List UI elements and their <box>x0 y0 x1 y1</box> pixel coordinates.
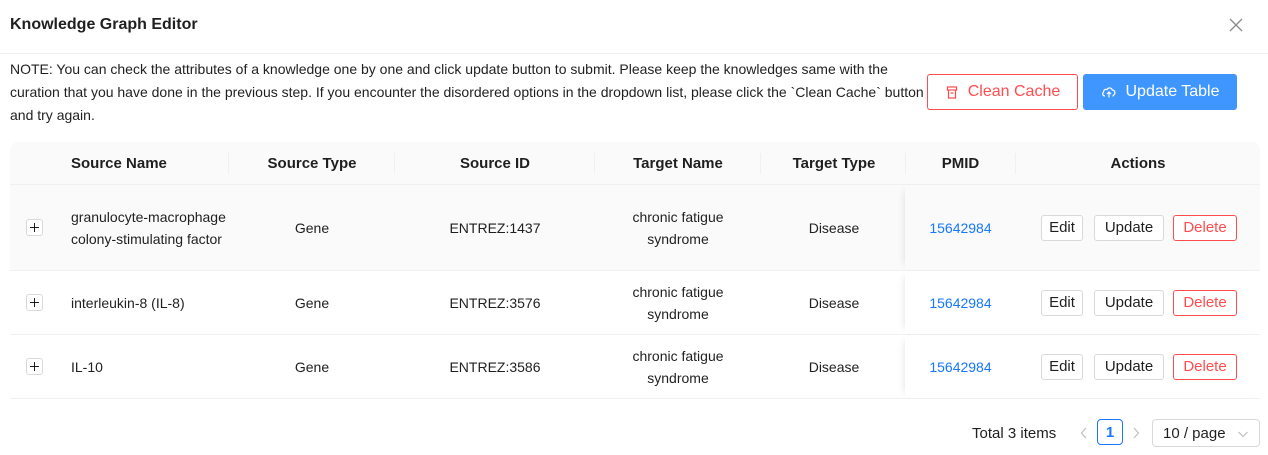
table-row: IL-10 Gene ENTREZ:3586 chronic fatigue s… <box>10 335 1260 399</box>
update-button[interactable]: Update <box>1094 353 1164 380</box>
target-name-cell: chronic fatigue syndrome <box>632 208 724 247</box>
edit-button[interactable]: Edit <box>1041 353 1083 380</box>
column-header-source-type: Source Type <box>267 155 357 172</box>
dialog-title: Knowledge Graph Editor <box>10 16 198 33</box>
pmid-link[interactable]: 15642984 <box>905 271 1016 334</box>
page-number-button[interactable]: 1 <box>1097 419 1123 445</box>
source-name-cell: IL-10 <box>71 358 103 375</box>
dialog-header: Knowledge Graph Editor <box>0 0 1268 54</box>
column-header-source-id: Source ID <box>459 155 531 172</box>
table-row: granulocyte-macrophage colony-stimulatin… <box>10 185 1260 271</box>
clear-icon <box>946 85 957 99</box>
source-id-cell: ENTREZ:3586 <box>449 358 541 375</box>
delete-button[interactable]: Delete <box>1173 214 1237 241</box>
source-id-cell: ENTREZ:3576 <box>449 294 541 311</box>
target-type-cell: Disease <box>808 294 860 311</box>
table-header: Source Name Source Type Source ID Target… <box>10 142 1260 185</box>
note-text: NOTE: You can check the attributes of a … <box>10 61 924 123</box>
close-icon[interactable] <box>1224 13 1248 37</box>
cloud-upload-icon <box>1101 87 1115 98</box>
clean-cache-button[interactable]: Clean Cache <box>927 74 1078 110</box>
table-row: interleukin-8 (IL-8) Gene ENTREZ:3576 ch… <box>10 271 1260 335</box>
column-header-target-name: Target Name <box>633 155 723 172</box>
update-table-button[interactable]: Update Table <box>1083 74 1237 110</box>
update-button[interactable]: Update <box>1094 214 1164 241</box>
pmid-link[interactable]: 15642984 <box>905 185 1016 270</box>
edit-button[interactable]: Edit <box>1041 214 1083 241</box>
knowledge-table: Source Name Source Type Source ID Target… <box>10 142 1260 399</box>
pagination-total: Total 3 items <box>972 424 1057 442</box>
source-type-cell: Gene <box>294 219 330 236</box>
update-button[interactable]: Update <box>1094 289 1164 316</box>
update-table-label: Update Table <box>1125 83 1220 100</box>
source-name-cell: granulocyte-macrophage colony-stimulatin… <box>71 208 226 247</box>
pmid-link[interactable]: 15642984 <box>905 335 1016 398</box>
delete-button[interactable]: Delete <box>1173 289 1237 316</box>
target-type-cell: Disease <box>808 219 860 236</box>
target-name-cell: chronic fatigue syndrome <box>632 347 724 386</box>
next-page-icon[interactable] <box>1128 419 1144 447</box>
column-header-source-name: Source Name <box>71 155 167 172</box>
expand-row-icon[interactable] <box>26 294 43 311</box>
target-name-cell: chronic fatigue syndrome <box>632 283 724 322</box>
page-size-select[interactable]: 10 / page <box>1152 419 1260 447</box>
page-size-value: 10 / page <box>1163 424 1226 442</box>
column-header-pmid: PMID <box>941 155 980 172</box>
chevron-down-icon <box>1238 431 1248 438</box>
source-type-cell: Gene <box>294 358 330 375</box>
edit-button[interactable]: Edit <box>1041 289 1083 316</box>
clean-cache-label: Clean Cache <box>967 83 1061 100</box>
expand-row-icon[interactable] <box>26 358 43 375</box>
column-header-target-type: Target Type <box>792 155 876 172</box>
expand-row-icon[interactable] <box>26 219 43 236</box>
target-type-cell: Disease <box>808 358 860 375</box>
column-header-actions: Actions <box>1110 155 1166 172</box>
source-id-cell: ENTREZ:1437 <box>449 219 541 236</box>
source-type-cell: Gene <box>294 294 330 311</box>
source-name-cell: interleukin-8 (IL-8) <box>71 294 185 311</box>
delete-button[interactable]: Delete <box>1173 353 1237 380</box>
prev-page-icon[interactable] <box>1076 419 1092 447</box>
